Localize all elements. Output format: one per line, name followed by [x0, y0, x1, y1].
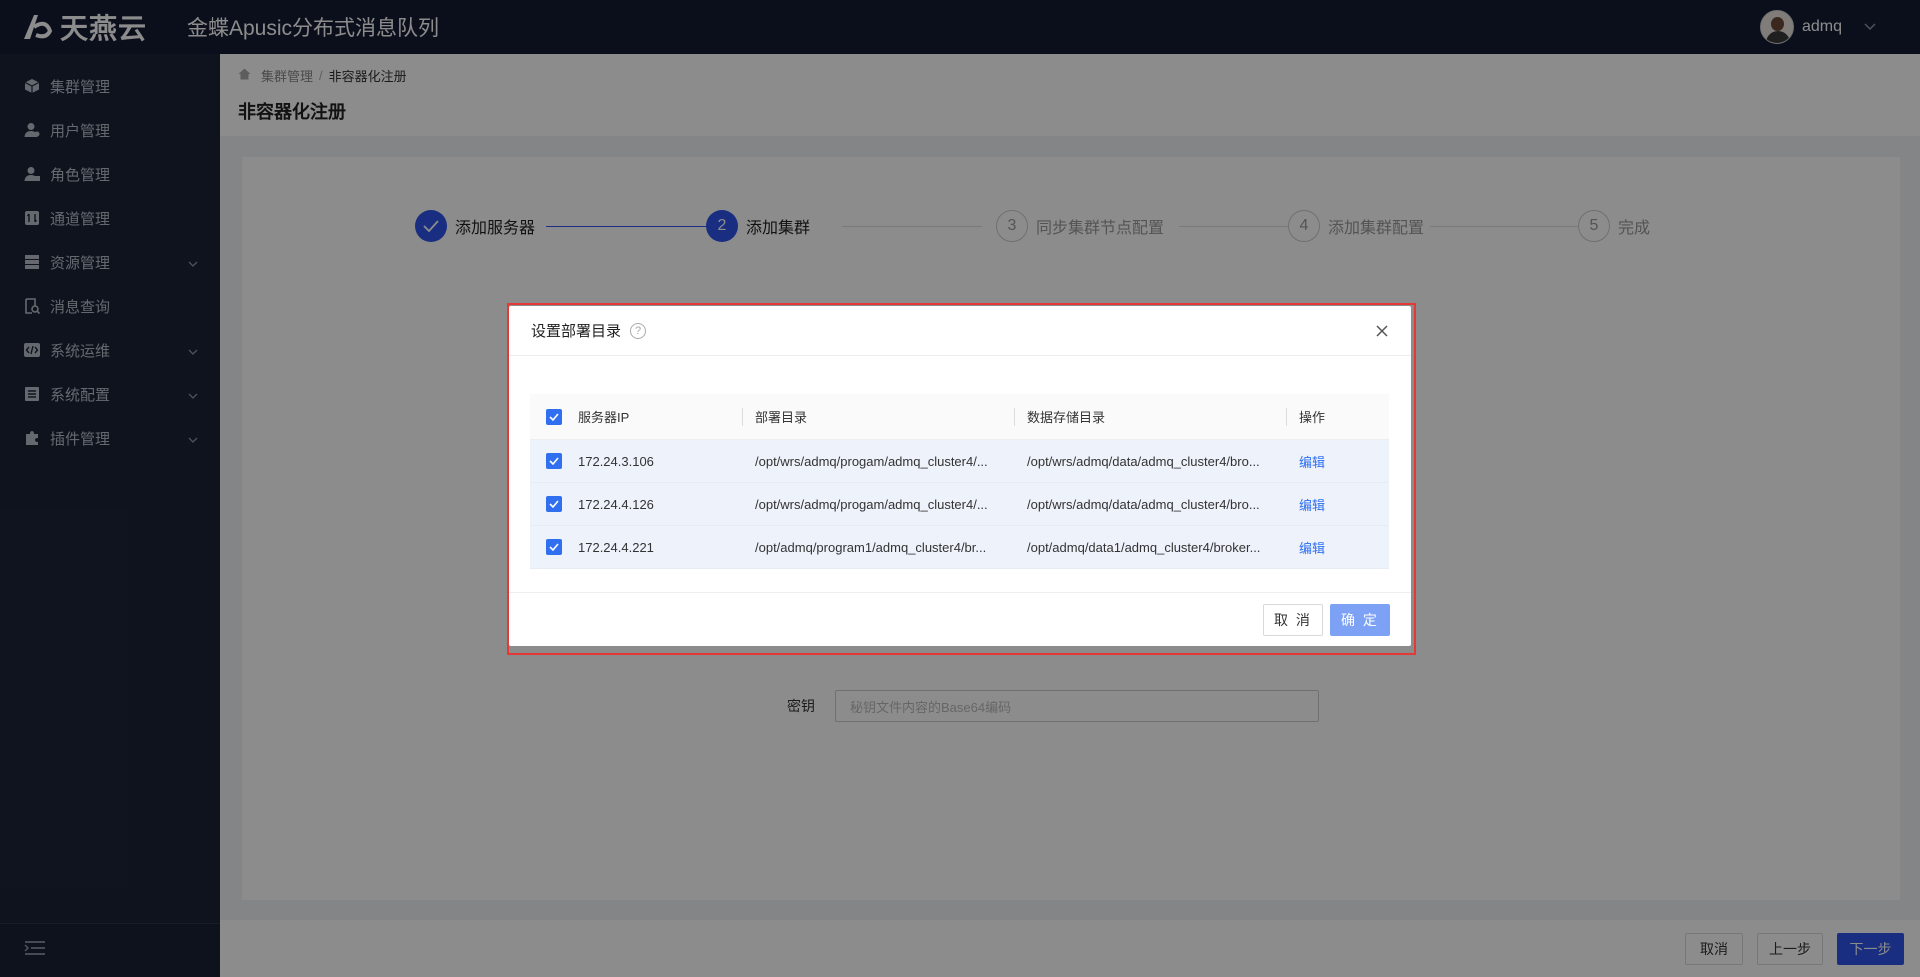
modal-cancel-button[interactable]: 取 消	[1263, 604, 1323, 636]
deploy-dir: /opt/wrs/admq/progam/admq_cluster4/...	[755, 453, 988, 469]
column-header-deploy-dir: 部署目录	[755, 410, 808, 425]
row-checkbox[interactable]	[546, 496, 562, 512]
deploy-dir: /opt/admq/program1/admq_cluster4/br...	[755, 539, 987, 555]
help-icon[interactable]: ?	[630, 322, 647, 339]
edit-link[interactable]: 编辑	[1287, 495, 1325, 514]
modal-footer: 取 消 确 定	[509, 592, 1411, 646]
edit-link[interactable]: 编辑	[1287, 452, 1325, 471]
column-header-action: 操作	[1299, 410, 1326, 425]
table-row: 172.24.4.126 /opt/wrs/admq/progam/admq_c…	[530, 483, 1389, 526]
column-header-data-dir: 数据存储目录	[1027, 410, 1106, 425]
server-ip: 172.24.4.126	[578, 496, 654, 512]
edit-link[interactable]: 编辑	[1287, 538, 1325, 557]
data-dir: /opt/wrs/admq/data/admq_cluster4/bro...	[1027, 453, 1260, 469]
server-ip: 172.24.3.106	[578, 453, 654, 469]
table-row: 172.24.3.106 /opt/wrs/admq/progam/admq_c…	[530, 440, 1389, 483]
deploy-dir: /opt/wrs/admq/progam/admq_cluster4/...	[755, 496, 988, 512]
table-row: 172.24.4.221 /opt/admq/program1/admq_clu…	[530, 526, 1389, 569]
modal-header: 设置部署目录 ?	[509, 306, 1411, 356]
modal-title: 设置部署目录	[531, 323, 622, 340]
select-all-checkbox[interactable]	[546, 408, 562, 425]
server-table: 服务器IP 部署目录 数据存储目录 操作 172.24.3.106 /opt/w…	[530, 394, 1389, 569]
data-dir: /opt/wrs/admq/data/admq_cluster4/bro...	[1027, 496, 1260, 512]
data-dir: /opt/admq/data1/admq_cluster4/broker...	[1027, 539, 1261, 555]
deploy-dir-modal: 设置部署目录 ? 服务器IP 部署目录 数据存储目录 操作 172.24.3.1…	[509, 306, 1411, 646]
row-checkbox[interactable]	[546, 539, 562, 555]
table-header: 服务器IP 部署目录 数据存储目录 操作	[530, 394, 1389, 440]
column-header-ip: 服务器IP	[578, 410, 630, 425]
close-icon[interactable]	[1373, 322, 1391, 340]
server-ip: 172.24.4.221	[578, 539, 654, 555]
row-checkbox[interactable]	[546, 453, 562, 469]
modal-confirm-button[interactable]: 确 定	[1330, 604, 1390, 636]
